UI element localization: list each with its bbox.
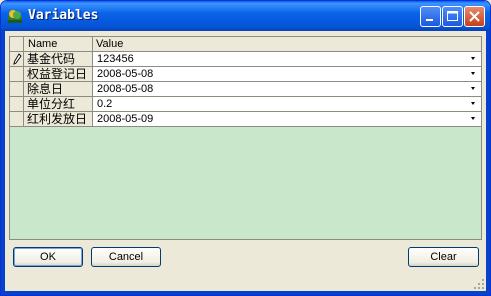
variables-window: Variables Name Value 基金代码 123456 权益登记日 2… (0, 0, 491, 296)
dropdown-arrow-icon[interactable] (471, 72, 475, 75)
row-header[interactable] (10, 82, 24, 97)
variable-value[interactable]: 2008-05-08 (97, 83, 153, 95)
variable-name: 单位分红 (24, 97, 93, 112)
variable-value[interactable]: 123456 (97, 53, 134, 65)
row-header[interactable] (10, 67, 24, 82)
variable-value-field[interactable]: 2008-05-09 (93, 112, 481, 127)
pencil-icon (13, 53, 22, 65)
column-header-value[interactable]: Value (93, 37, 481, 51)
window-frame-right (486, 31, 490, 295)
table-row[interactable]: 权益登记日 2008-05-08 (10, 67, 481, 82)
variable-value-field[interactable]: 2008-05-08 (93, 82, 481, 97)
minimize-icon (426, 19, 433, 21)
window-frame-left (1, 31, 5, 295)
close-button[interactable] (464, 6, 485, 27)
variable-name: 基金代码 (24, 52, 93, 67)
table-row[interactable]: 单位分红 0.2 (10, 97, 481, 112)
table-row[interactable]: 基金代码 123456 (10, 52, 481, 67)
maximize-icon (447, 11, 458, 21)
variable-name: 红利发放日 (24, 112, 93, 127)
variable-name: 除息日 (24, 82, 93, 97)
row-header[interactable] (10, 112, 24, 127)
clear-button[interactable]: Clear (408, 247, 479, 267)
column-header-name[interactable]: Name (24, 37, 93, 51)
maximize-button[interactable] (442, 6, 463, 27)
grid-header: Name Value (10, 37, 481, 52)
dropdown-arrow-icon[interactable] (471, 57, 475, 60)
row-header[interactable] (10, 52, 24, 67)
header-corner (10, 37, 24, 51)
variable-value-field[interactable]: 2008-05-08 (93, 67, 481, 82)
cancel-button[interactable]: Cancel (91, 247, 161, 267)
dropdown-arrow-icon[interactable] (471, 102, 475, 105)
variable-value[interactable]: 2008-05-08 (97, 68, 153, 80)
table-row[interactable]: 除息日 2008-05-08 (10, 82, 481, 97)
window-title: Variables (28, 8, 99, 23)
title-bar[interactable]: Variables (1, 1, 490, 31)
ok-button[interactable]: OK (13, 247, 83, 267)
dropdown-arrow-icon[interactable] (471, 87, 475, 90)
window-frame-bottom (1, 291, 490, 295)
row-header[interactable] (10, 97, 24, 112)
variable-name: 权益登记日 (24, 67, 93, 82)
resize-grip-icon[interactable] (473, 278, 485, 290)
variable-value[interactable]: 2008-05-09 (97, 113, 153, 125)
close-icon (469, 11, 480, 22)
variable-value-field[interactable]: 123456 (93, 52, 481, 67)
app-icon (8, 10, 22, 23)
variables-grid[interactable]: Name Value 基金代码 123456 权益登记日 2008-05-08 (9, 36, 482, 240)
dropdown-arrow-icon[interactable] (471, 117, 475, 120)
variable-value-field[interactable]: 0.2 (93, 97, 481, 112)
table-row[interactable]: 红利发放日 2008-05-09 (10, 112, 481, 127)
minimize-button[interactable] (420, 6, 441, 27)
variable-value[interactable]: 0.2 (97, 98, 112, 110)
